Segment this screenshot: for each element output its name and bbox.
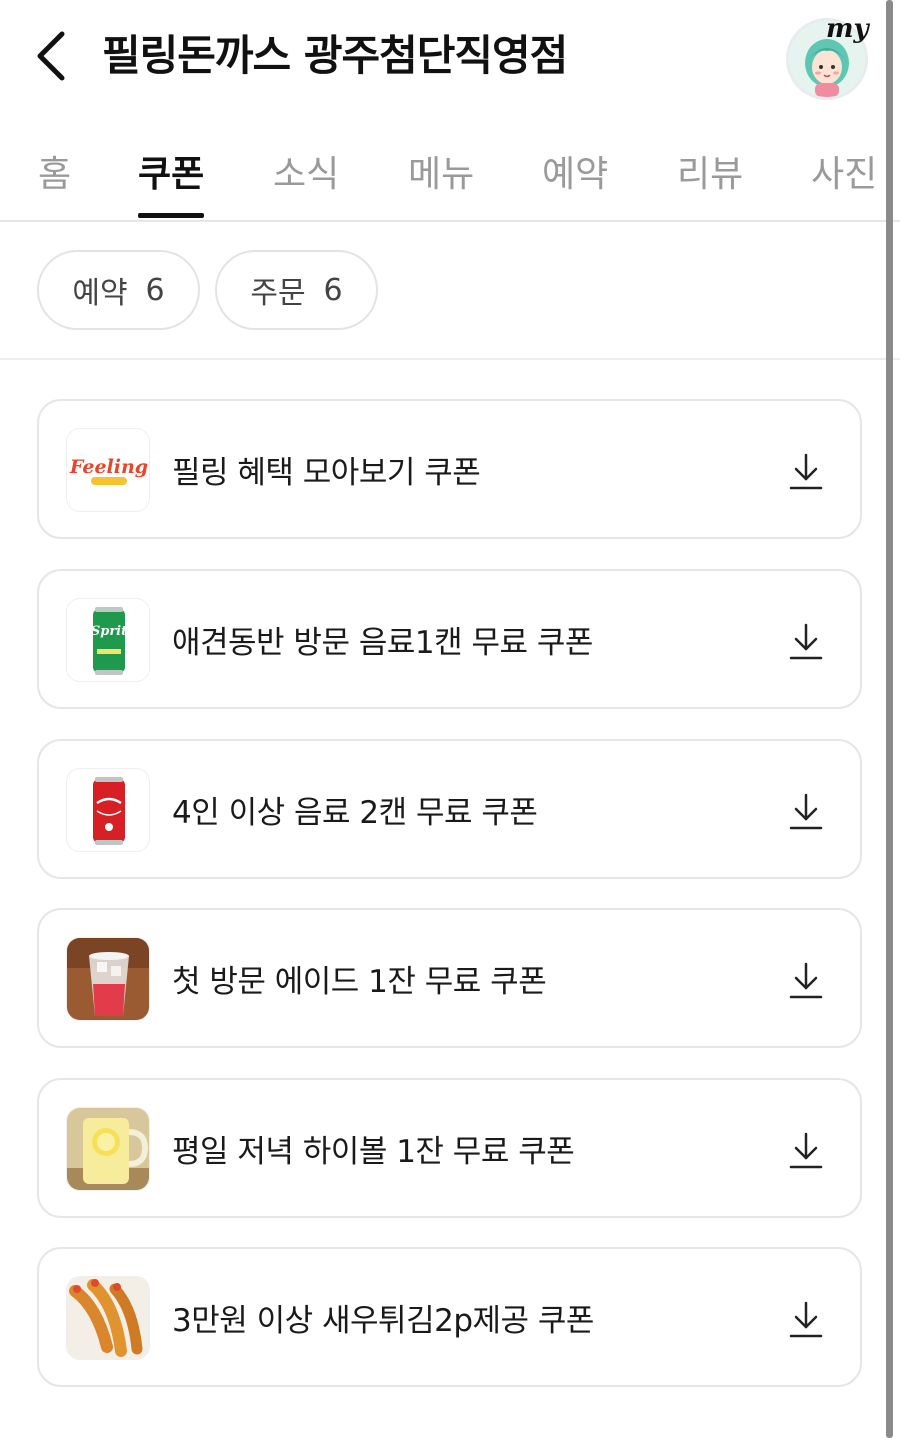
- tab-reservation[interactable]: 예약: [542, 145, 608, 197]
- download-button[interactable]: [789, 1132, 823, 1170]
- download-icon: [789, 453, 823, 490]
- back-button[interactable]: [28, 28, 78, 84]
- my-label: my: [826, 14, 869, 44]
- chip-count: 6: [323, 272, 343, 308]
- my-profile-button[interactable]: my: [782, 14, 872, 100]
- tab-home[interactable]: 홈: [38, 145, 71, 197]
- fried-shrimp-icon: [67, 1277, 149, 1359]
- coupon-thumbnail: [66, 1276, 150, 1360]
- download-button[interactable]: [789, 793, 823, 831]
- coupon-title: 3만원 이상 새우튀김2p제공 쿠폰: [172, 1303, 594, 1339]
- tab-photo[interactable]: 사진: [811, 145, 877, 197]
- chip-label: 주문: [250, 276, 306, 311]
- sprite-can-icon: Sprit: [67, 599, 149, 681]
- download-icon: [789, 1132, 823, 1169]
- tab-news[interactable]: 소식: [273, 145, 339, 197]
- chip-count: 6: [145, 272, 165, 308]
- coupon-title: 애견동반 방문 음료1캔 무료 쿠폰: [172, 625, 593, 661]
- tab-coupon[interactable]: 쿠폰: [138, 145, 204, 197]
- filter-chip-reservation[interactable]: 예약 6: [37, 250, 200, 330]
- page-title: 필링돈까스 광주첨단직영점: [102, 31, 568, 80]
- svg-text:Sprit: Sprit: [91, 624, 127, 639]
- tab-review[interactable]: 리뷰: [677, 145, 743, 197]
- chip-label: 예약: [72, 276, 128, 311]
- tab-menu[interactable]: 메뉴: [408, 145, 474, 197]
- coupon-card[interactable]: Feeling 필링 혜택 모아보기 쿠폰: [37, 399, 862, 539]
- active-tab-indicator: [138, 213, 204, 218]
- chevron-left-icon: [37, 31, 65, 81]
- coupon-thumbnail: [66, 768, 150, 852]
- download-button[interactable]: [789, 1301, 823, 1339]
- download-icon: [789, 623, 823, 660]
- feeling-logo-icon: Feeling: [67, 429, 149, 511]
- coupon-title: 4인 이상 음료 2캔 무료 쿠폰: [172, 795, 538, 831]
- coupon-card[interactable]: 첫 방문 에이드 1잔 무료 쿠폰: [37, 908, 862, 1048]
- coupon-card[interactable]: 4인 이상 음료 2캔 무료 쿠폰: [37, 739, 862, 879]
- coke-can-icon: [67, 769, 149, 851]
- coupon-title: 평일 저녁 하이볼 1잔 무료 쿠폰: [172, 1134, 575, 1170]
- coupon-thumbnail: [66, 1107, 150, 1191]
- download-icon: [789, 793, 823, 830]
- download-button[interactable]: [789, 962, 823, 1000]
- coupon-card[interactable]: 평일 저녁 하이볼 1잔 무료 쿠폰: [37, 1078, 862, 1218]
- filter-row: 예약 6 주문 6: [0, 222, 900, 360]
- coupon-thumbnail: [66, 937, 150, 1021]
- tab-bar: 홈 쿠폰 소식 메뉴 예약 리뷰 사진: [0, 115, 900, 222]
- ade-cup-icon: [67, 938, 149, 1020]
- svg-text:Feeling: Feeling: [69, 456, 148, 478]
- coupon-card[interactable]: Sprit 애견동반 방문 음료1캔 무료 쿠폰: [37, 569, 862, 709]
- coupon-thumbnail: Feeling: [66, 428, 150, 512]
- coupon-thumbnail: Sprit: [66, 598, 150, 682]
- scrollbar[interactable]: [886, 0, 893, 1438]
- download-button[interactable]: [789, 453, 823, 491]
- highball-mug-icon: [67, 1108, 149, 1190]
- coupon-title: 필링 혜택 모아보기 쿠폰: [172, 455, 481, 491]
- filter-chip-order[interactable]: 주문 6: [215, 250, 378, 330]
- download-icon: [789, 962, 823, 999]
- coupon-title: 첫 방문 에이드 1잔 무료 쿠폰: [172, 964, 547, 1000]
- header: 필링돈까스 광주첨단직영점 my: [0, 0, 900, 115]
- download-button[interactable]: [789, 623, 823, 661]
- coupon-card[interactable]: 3만원 이상 새우튀김2p제공 쿠폰: [37, 1247, 862, 1387]
- download-icon: [789, 1301, 823, 1338]
